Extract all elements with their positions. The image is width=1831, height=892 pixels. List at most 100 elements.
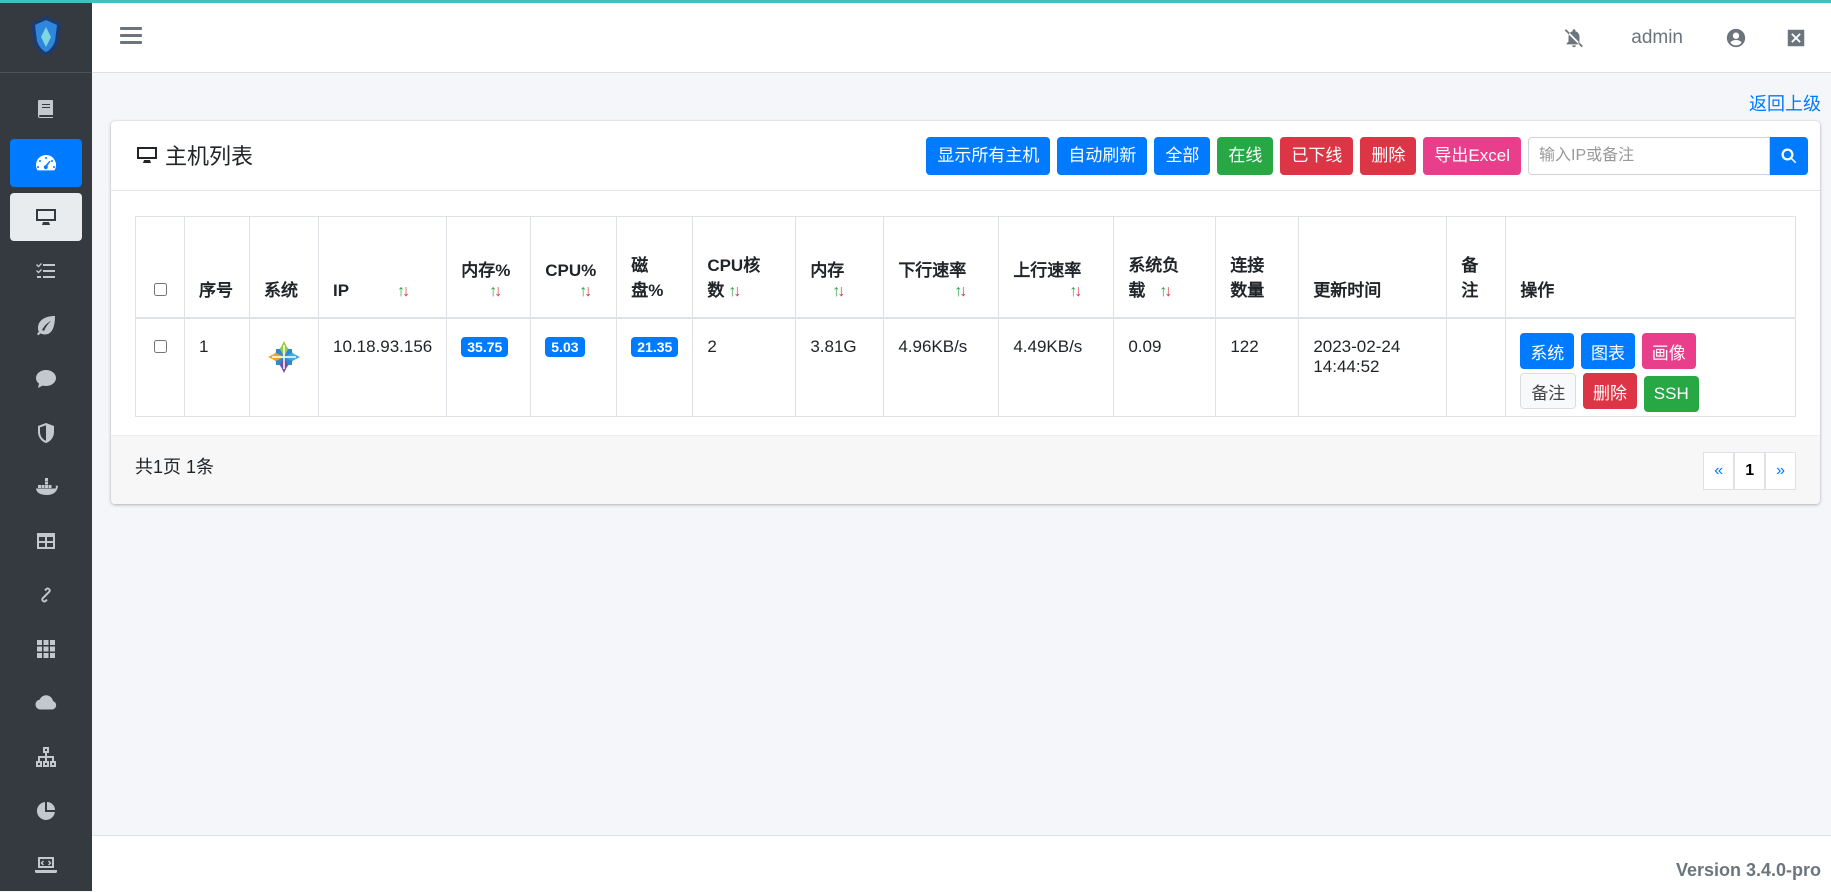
- search-input[interactable]: [1528, 137, 1770, 175]
- chart-pie-icon: [36, 802, 55, 820]
- table-row: 1 10.18.93.156 35.75 5.03 21.35 2 3.81G …: [135, 317, 1796, 417]
- col-note: 备注: [1446, 216, 1507, 319]
- sort-arrows-icon[interactable]: ↑↓: [397, 283, 410, 301]
- select-all-checkbox[interactable]: [154, 283, 167, 296]
- menu-toggle-button[interactable]: [120, 27, 142, 49]
- hamburger-icon: [120, 27, 142, 30]
- sidebar-item-leaf[interactable]: [10, 301, 82, 349]
- sort-arrows-icon[interactable]: ↑↓: [1159, 283, 1172, 301]
- laptop-code-icon: [35, 857, 57, 873]
- search-button[interactable]: [1770, 137, 1808, 175]
- cell-index: 1: [184, 317, 250, 417]
- ssh-button[interactable]: SSH: [1643, 375, 1699, 412]
- card-header: 主机列表 显示所有主机 自动刷新 全部 在线 已下线 删除 导出Excel: [111, 121, 1820, 191]
- cloud-icon: [35, 695, 57, 710]
- col-connections[interactable]: 连接 数量: [1215, 216, 1300, 319]
- col-down-rate[interactable]: 下行速率 ↑↓: [883, 216, 1000, 319]
- sort-arrows-icon[interactable]: ↑↓: [489, 283, 502, 301]
- sidebar-item-docker[interactable]: [10, 463, 82, 511]
- auto-refresh-button[interactable]: 自动刷新: [1057, 137, 1148, 175]
- export-excel-button[interactable]: 导出Excel: [1423, 137, 1521, 175]
- navbar-right: admin: [1559, 23, 1811, 53]
- tasks-icon: [36, 263, 55, 278]
- sidebar-item-reports[interactable]: [10, 787, 82, 835]
- portrait-button[interactable]: 画像: [1641, 333, 1696, 369]
- chart-button[interactable]: 图表: [1581, 333, 1636, 369]
- link-icon: [41, 587, 51, 603]
- sidebar-item-cloud[interactable]: [10, 679, 82, 727]
- col-cpu-cores[interactable]: CPU核数 ↑↓: [692, 216, 797, 319]
- sidebar-item-terminal[interactable]: [10, 841, 82, 889]
- sidebar-item-network[interactable]: [10, 733, 82, 781]
- col-system: 系统: [249, 216, 319, 319]
- filter-all-button[interactable]: 全部: [1154, 137, 1211, 175]
- disk-pct-badge: 21.35: [631, 337, 679, 357]
- back-link[interactable]: 返回上级: [1749, 90, 1821, 116]
- col-memory[interactable]: 内存 ↑↓: [795, 216, 885, 319]
- notifications-button[interactable]: [1559, 23, 1589, 53]
- sidebar-nav: [0, 73, 92, 889]
- sidebar-item-tasks[interactable]: [10, 247, 82, 295]
- mem-pct-badge: 35.75: [461, 337, 509, 357]
- desktop-icon: [137, 147, 157, 163]
- col-disk-pct[interactable]: 磁盘%: [616, 216, 694, 319]
- top-navbar: admin: [92, 3, 1831, 73]
- sort-arrows-icon[interactable]: ↑↓: [1069, 283, 1082, 301]
- cell-down-rate: 4.96KB/s: [883, 317, 1000, 417]
- cell-mem-pct: 35.75: [446, 317, 532, 417]
- cell-memory: 3.81G: [795, 317, 885, 417]
- host-table: 序号 系统 IP ↑↓ 内存% ↑↓ CPU% ↑↓ 磁盘% CPU核数 ↑↓ 内存 ↑↓…: [135, 216, 1796, 417]
- filter-online-button[interactable]: 在线: [1217, 137, 1274, 175]
- cell-update-time: 2023-02-24 14:44:52: [1298, 317, 1448, 417]
- logo[interactable]: [0, 0, 92, 73]
- shield-logo-icon: [31, 16, 61, 56]
- sidebar-item-security[interactable]: [10, 409, 82, 457]
- sidebar-item-apps[interactable]: [10, 625, 82, 673]
- user-profile-button[interactable]: [1721, 23, 1751, 53]
- host-list-card: 主机列表 显示所有主机 自动刷新 全部 在线 已下线 删除 导出Excel 序号: [111, 121, 1820, 504]
- user-name[interactable]: admin: [1631, 27, 1683, 49]
- sidebar-item-table[interactable]: [10, 517, 82, 565]
- shield-icon: [38, 423, 54, 443]
- current-page[interactable]: 1: [1734, 452, 1766, 490]
- sort-arrows-icon[interactable]: ↑↓: [728, 283, 741, 301]
- col-cpu-pct[interactable]: CPU% ↑↓: [530, 216, 618, 319]
- col-up-rate[interactable]: 上行速率 ↑↓: [998, 216, 1115, 319]
- tachometer-icon: [36, 155, 56, 171]
- header-select-all: [135, 216, 185, 319]
- sort-arrows-icon[interactable]: ↑↓: [579, 283, 592, 301]
- sidebar-item-dashboard[interactable]: [10, 139, 82, 187]
- cpu-pct-badge: 5.03: [545, 337, 585, 357]
- delete-button[interactable]: 删除: [1360, 137, 1417, 175]
- sidebar-item-hosts[interactable]: [10, 193, 82, 241]
- sidebar-item-links[interactable]: [10, 571, 82, 619]
- close-button[interactable]: [1781, 23, 1811, 53]
- show-all-hosts-button[interactable]: 显示所有主机: [926, 137, 1051, 175]
- sort-arrows-icon[interactable]: ↑↓: [832, 283, 845, 301]
- col-index: 序号: [184, 216, 250, 319]
- filter-offline-button[interactable]: 已下线: [1280, 137, 1354, 175]
- col-ip[interactable]: IP ↑↓: [317, 216, 448, 319]
- cell-cpu-cores: 2: [692, 317, 797, 417]
- next-page-button[interactable]: »: [1765, 452, 1796, 490]
- desktop-icon: [36, 209, 56, 225]
- prev-page-button[interactable]: «: [1703, 452, 1735, 490]
- bell-slash-icon: [1564, 29, 1584, 48]
- table-icon: [37, 533, 55, 549]
- row-checkbox[interactable]: [154, 340, 167, 353]
- cell-cpu-pct: 5.03: [530, 317, 618, 417]
- col-mem-pct[interactable]: 内存% ↑↓: [446, 216, 532, 319]
- sidebar-item-book[interactable]: [10, 85, 82, 133]
- cell-actions: 系统 图表 画像 备注 删除 SSH: [1505, 317, 1796, 417]
- sidebar-item-messages[interactable]: [10, 355, 82, 403]
- col-update-time: 更新时间: [1298, 216, 1448, 319]
- host-table-wrap: 序号 系统 IP ↑↓ 内存% ↑↓ CPU% ↑↓ 磁盘% CPU核数 ↑↓ 内存 ↑↓…: [135, 216, 1796, 417]
- note-button[interactable]: 备注: [1520, 373, 1577, 409]
- cell-disk-pct: 21.35: [616, 317, 694, 417]
- cell-system: [249, 317, 319, 417]
- col-load[interactable]: 系统负载 ↑↓: [1113, 216, 1217, 319]
- row-delete-button[interactable]: 删除: [1583, 373, 1638, 409]
- system-button[interactable]: 系统: [1520, 333, 1575, 369]
- th-icon: [37, 640, 55, 658]
- sort-arrows-icon[interactable]: ↑↓: [954, 283, 967, 301]
